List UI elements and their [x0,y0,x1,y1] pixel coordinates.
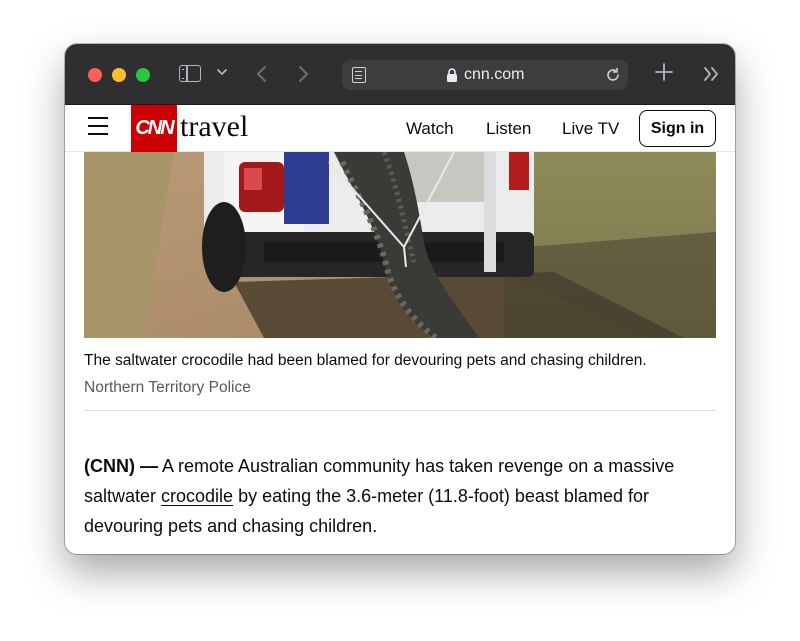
nav-watch[interactable]: Watch [406,119,454,139]
hamburger-icon[interactable] [88,117,108,135]
cnn-logo[interactable]: CNN [131,105,177,152]
article-paragraph: (CNN) — A remote Australian community ha… [84,451,704,541]
article-hero-image [84,152,716,338]
caption-divider [84,410,716,411]
chevron-left-icon [257,66,266,82]
browser-window: cnn.com CNN travel Watch Listen Live TV … [65,44,735,554]
crocodile-link[interactable]: crocodile [161,486,233,506]
section-name[interactable]: travel [180,110,248,144]
back-button[interactable] [252,62,272,86]
url-text: cnn.com [464,66,525,83]
image-caption: The saltwater crocodile had been blamed … [84,352,647,369]
site-header: CNN travel Watch Listen Live TV Sign in [65,105,735,152]
minimize-window-button[interactable] [112,68,126,82]
plus-icon[interactable] [654,62,674,82]
nav-live-tv[interactable]: Live TV [562,119,619,139]
sidebar-icon[interactable] [179,65,201,82]
zoom-window-button[interactable] [136,68,150,82]
close-window-button[interactable] [88,68,102,82]
image-credit: Northern Territory Police [84,379,251,396]
sign-in-button[interactable]: Sign in [639,110,716,147]
dateline: (CNN) — [84,456,158,476]
nav-listen[interactable]: Listen [486,119,531,139]
lock-icon [446,68,458,82]
reader-icon[interactable] [352,67,366,83]
reload-icon[interactable] [604,66,622,84]
address-bar[interactable]: cnn.com [342,60,628,90]
chevron-down-icon[interactable] [214,64,230,80]
forward-button[interactable] [293,62,313,86]
browser-toolbar: cnn.com [65,44,735,105]
double-chevron-icon[interactable] [701,64,721,84]
chevron-right-icon [299,66,308,82]
crocodile-truck-photo [84,152,716,338]
